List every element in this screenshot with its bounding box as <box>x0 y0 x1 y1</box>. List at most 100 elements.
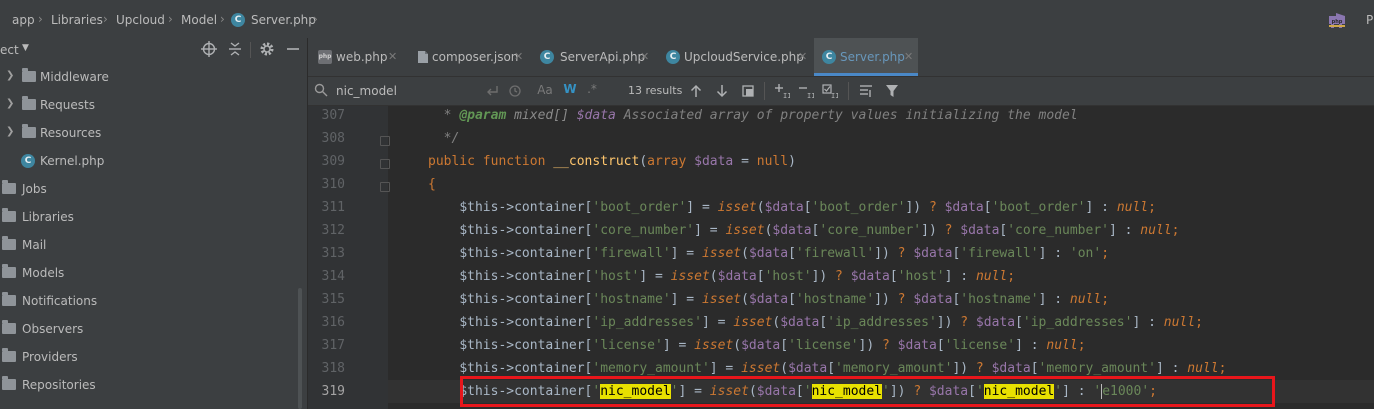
folder-icon <box>22 68 36 82</box>
tree-item-label: Middleware <box>40 70 109 84</box>
add-selection-occurrence-icon[interactable]: II <box>774 83 790 99</box>
code-line[interactable]: $this->container['hostname'] = isset($da… <box>428 292 1109 307</box>
right-header-text: P <box>1366 13 1374 27</box>
tab-web-php[interactable]: php web.php ✕ <box>308 38 406 76</box>
filter-lines-icon[interactable] <box>858 83 874 99</box>
chevron-down-icon[interactable]: ▼ <box>22 43 29 53</box>
breadcrumb: app › Libraries › Upcloud › Model › C Se… <box>0 0 1374 39</box>
folder-icon <box>2 264 16 278</box>
line-number: 310 <box>321 177 345 192</box>
history-icon[interactable] <box>508 84 522 98</box>
php-elephant-icon[interactable]: php <box>1326 10 1348 32</box>
close-icon[interactable]: ✕ <box>640 50 649 63</box>
tree-folder-jobs[interactable]: Jobs <box>0 176 300 202</box>
toolbar-divider <box>764 82 765 100</box>
class-file-icon: C <box>822 50 836 64</box>
line-number: 311 <box>321 200 345 215</box>
code-line[interactable]: */ <box>428 131 460 146</box>
line-number-current: 319 <box>321 384 345 399</box>
tab-upcloudservice-php[interactable]: C UpcloudService.php ✕ <box>658 38 814 76</box>
line-number-gutter[interactable]: 307 308 309 310 311 312 313 314 315 316 … <box>308 106 390 409</box>
tab-server-php[interactable]: C Server.php ✕ <box>814 38 918 76</box>
tree-folder-middleware[interactable]: ❯ Middleware <box>0 64 300 90</box>
sidebar-scrollbar[interactable] <box>298 288 302 409</box>
code-line-current[interactable]: $this->container['nic_model'] = isset($d… <box>428 384 1157 399</box>
breadcrumb-item-upcloud[interactable]: Upcloud <box>116 13 165 27</box>
line-number: 313 <box>321 246 345 261</box>
expand-arrow-icon[interactable]: ❯ <box>6 126 14 137</box>
tree-folder-notifications[interactable]: Notifications <box>0 288 300 314</box>
tab-label: web.php <box>336 50 388 64</box>
code-line[interactable]: $this->container['ip_addresses'] = isset… <box>428 315 1203 330</box>
gear-icon[interactable] <box>258 40 276 58</box>
tab-composer-json[interactable]: composer.json ✕ <box>408 38 530 76</box>
svg-text:II: II <box>783 92 790 99</box>
fold-marker-icon[interactable] <box>380 159 390 169</box>
close-icon[interactable]: ✕ <box>514 50 523 63</box>
project-view-label[interactable]: ect <box>0 43 19 57</box>
close-icon[interactable]: ✕ <box>798 50 807 63</box>
breadcrumb-item-app[interactable]: app <box>12 13 35 27</box>
breadcrumb-item-server-php[interactable]: Server.php <box>251 13 316 27</box>
regex-button[interactable]: .* <box>584 82 600 100</box>
tree-folder-resources[interactable]: ❯ Resources <box>0 120 300 146</box>
code-line[interactable]: $this->container['host'] = isset($data['… <box>428 269 1015 284</box>
code-editor[interactable]: 307 308 309 310 311 312 313 314 315 316 … <box>308 106 1374 409</box>
close-icon[interactable]: ✕ <box>904 50 913 63</box>
close-icon[interactable]: ✕ <box>388 50 397 63</box>
tree-folder-requests[interactable]: ❯ Requests <box>0 92 300 118</box>
tab-label: composer.json <box>432 50 519 64</box>
line-number: 308 <box>321 131 345 146</box>
code-line[interactable]: * @param mixed[] $data Associated array … <box>428 108 1078 123</box>
code-line[interactable]: $this->container['boot_order'] = isset($… <box>428 200 1156 215</box>
folder-icon <box>2 236 16 250</box>
breadcrumb-item-model[interactable]: Model <box>181 13 217 27</box>
tree-folder-providers[interactable]: Providers <box>0 344 300 370</box>
whole-words-button[interactable]: W <box>562 82 578 100</box>
find-bar: Aa W .* 13 results II II II <box>308 77 1374 106</box>
select-all-check-icon[interactable]: II <box>822 83 838 99</box>
search-icon[interactable] <box>314 83 328 97</box>
tree-file-kernel[interactable]: C Kernel.php <box>0 148 300 174</box>
arrow-down-icon[interactable] <box>715 84 729 98</box>
new-line-icon[interactable] <box>486 84 500 98</box>
locate-target-icon[interactable] <box>200 40 218 58</box>
class-file-icon: C <box>540 50 554 64</box>
code-line[interactable]: $this->container['core_number'] = isset(… <box>428 223 1179 238</box>
arrow-up-icon[interactable] <box>689 84 703 98</box>
match-case-button[interactable]: Aa <box>536 83 554 101</box>
line-number: 307 <box>321 108 345 123</box>
editor-tabs: php web.php ✕ composer.json ✕ C ServerAp… <box>308 38 1374 77</box>
tree-folder-models[interactable]: Models <box>0 260 300 286</box>
expand-arrow-icon[interactable]: ❯ <box>6 98 14 109</box>
code-line[interactable]: $this->container['license'] = isset($dat… <box>428 338 1085 353</box>
json-file-icon <box>418 51 428 63</box>
tree-item-label: Models <box>22 266 65 280</box>
tree-item-label: Kernel.php <box>40 154 105 168</box>
code-line[interactable]: public function __construct(array $data … <box>428 154 796 169</box>
tree-folder-observers[interactable]: Observers <box>0 316 300 342</box>
breadcrumb-chevron-icon: › <box>220 12 225 26</box>
svg-text:II: II <box>831 92 838 99</box>
search-input[interactable] <box>336 82 496 100</box>
funnel-filter-icon[interactable] <box>884 83 900 99</box>
tree-item-label: Observers <box>22 322 84 336</box>
collapse-all-icon[interactable] <box>226 40 244 58</box>
tree-folder-repositories[interactable]: Repositories <box>0 372 300 398</box>
remove-selection-occurrence-icon[interactable]: II <box>798 83 814 99</box>
code-line[interactable]: { <box>428 177 436 192</box>
class-file-icon: C <box>21 154 35 168</box>
minimize-icon[interactable] <box>284 40 302 58</box>
tree-folder-mail[interactable]: Mail <box>0 232 300 258</box>
tab-serverapi-php[interactable]: C ServerApi.php ✕ <box>532 38 656 76</box>
fold-marker-icon[interactable] <box>380 136 390 146</box>
tree-item-label: Repositories <box>22 378 96 392</box>
tree-folder-libraries[interactable]: Libraries <box>0 204 300 230</box>
breadcrumb-chevron-icon: › <box>313 12 318 26</box>
breadcrumb-item-libraries[interactable]: Libraries <box>51 13 103 27</box>
select-all-occurrences-icon[interactable] <box>741 84 755 98</box>
code-line[interactable]: $this->container['firewall'] = isset($da… <box>428 246 1109 261</box>
fold-marker-icon[interactable] <box>380 182 390 192</box>
expand-arrow-icon[interactable]: ❯ <box>6 70 14 81</box>
code-line[interactable]: $this->container['memory_amount'] = isse… <box>428 361 1226 376</box>
